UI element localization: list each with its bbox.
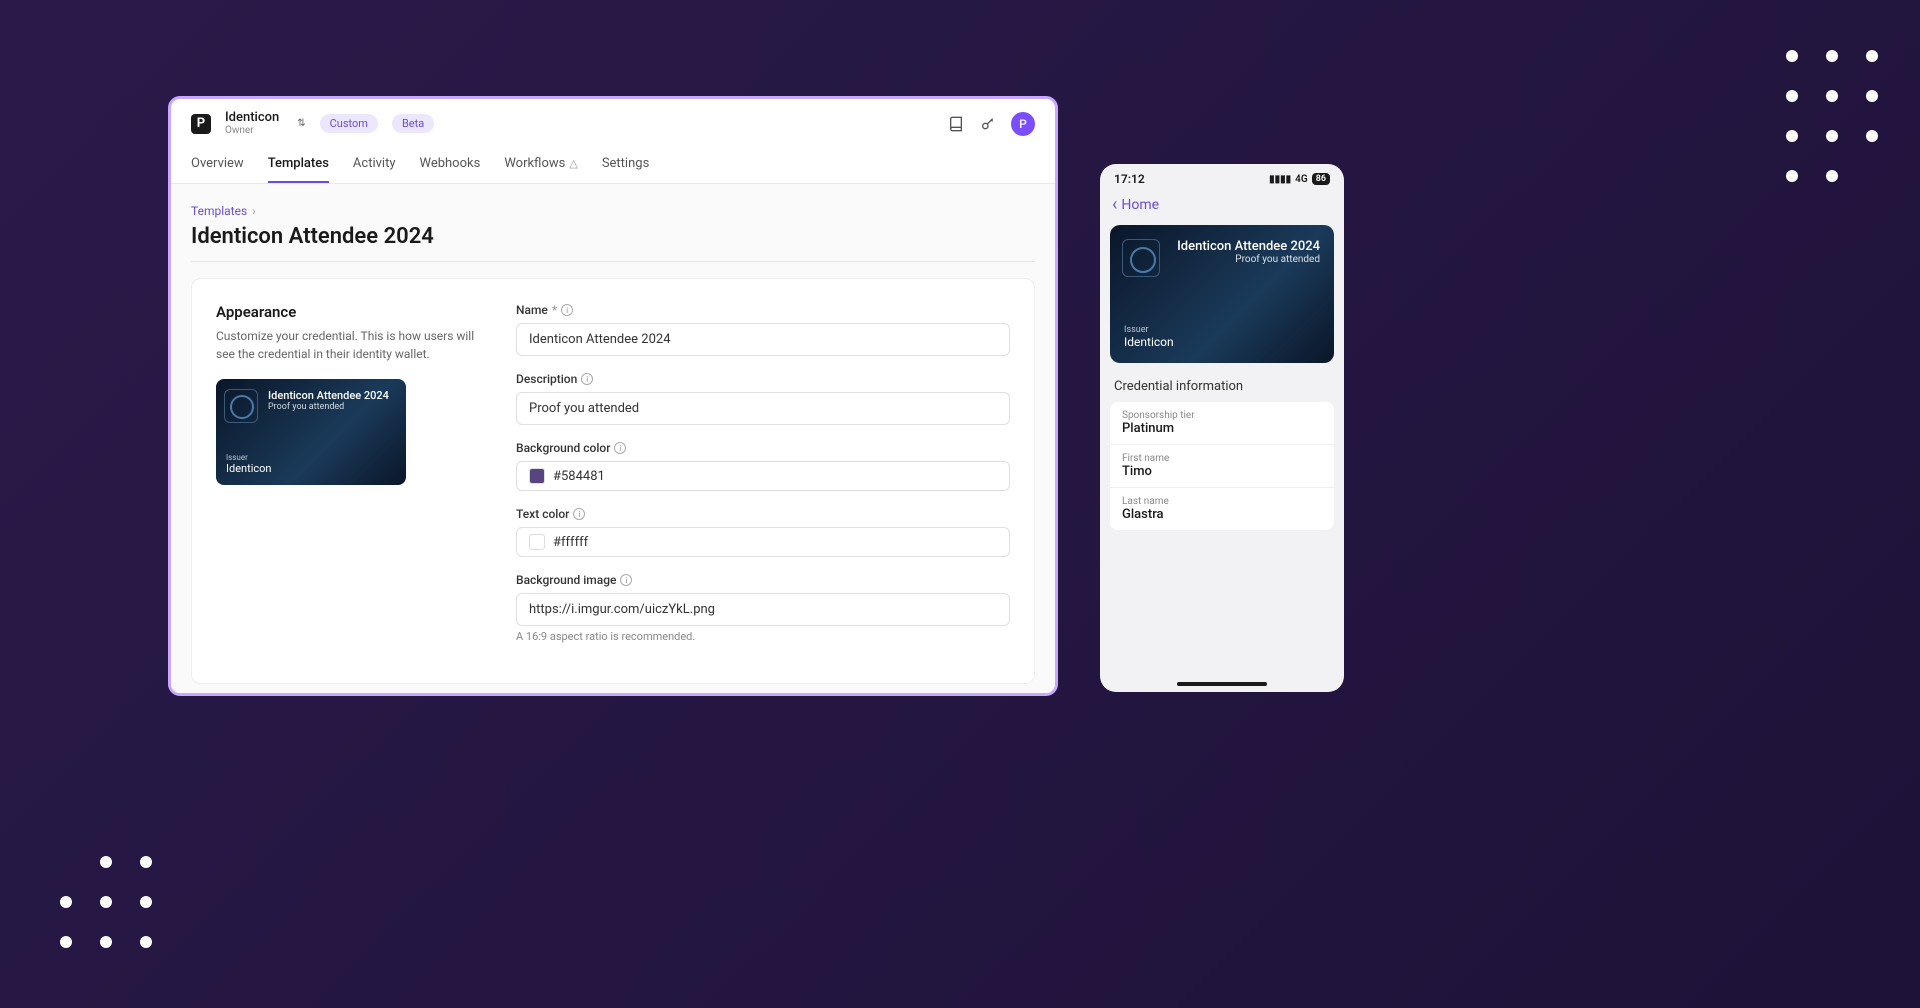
bgcolor-label: Background color [516, 441, 610, 455]
phone-back-button[interactable]: ‹ Home [1100, 190, 1344, 225]
txtcolor-input[interactable]: #ffffff [516, 527, 1010, 557]
desktop-app-window: P Identicon Owner ⇅ Custom Beta P Overvi… [168, 96, 1058, 696]
phone-card-subtitle: Proof you attended [1174, 254, 1320, 265]
credential-preview: Identicon Attendee 2024 Proof you attend… [216, 379, 406, 485]
chevron-right-icon: › [249, 204, 256, 218]
key-icon[interactable] [979, 115, 997, 133]
list-item: Last name Glastra [1110, 488, 1334, 530]
beta-badge: Beta [392, 114, 434, 133]
decoration-dots-bottom-left [60, 856, 152, 948]
bgimg-label: Background image [516, 573, 616, 587]
user-avatar[interactable]: P [1011, 112, 1035, 136]
app-logo: P [191, 114, 211, 134]
tab-overview[interactable]: Overview [191, 148, 244, 183]
appearance-heading: Appearance [216, 303, 476, 321]
appearance-description: Customize your credential. This is how u… [216, 327, 476, 363]
home-indicator [1177, 682, 1267, 686]
preview-title: Identicon Attendee 2024 [268, 389, 396, 402]
org-switcher[interactable]: Identicon Owner [225, 111, 279, 136]
info-icon[interactable]: i [573, 508, 585, 520]
appearance-card: Appearance Customize your credential. Th… [191, 278, 1035, 684]
tab-webhooks[interactable]: Webhooks [419, 148, 480, 183]
info-icon[interactable]: i [561, 304, 573, 316]
topbar: P Identicon Owner ⇅ Custom Beta P [171, 99, 1055, 148]
color-swatch [529, 468, 545, 484]
info-icon[interactable]: i [614, 442, 626, 454]
name-label: Name [516, 303, 548, 317]
chevron-updown-icon: ⇅ [297, 118, 305, 129]
chevron-left-icon: ‹ [1112, 194, 1117, 215]
phone-issuer-name: Identicon [1124, 335, 1320, 349]
phone-card-title: Identicon Attendee 2024 [1174, 239, 1320, 254]
preview-issuer-name: Identicon [226, 462, 396, 475]
color-swatch [529, 534, 545, 550]
txtcolor-label: Text color [516, 507, 569, 521]
info-icon[interactable]: i [620, 574, 632, 586]
network-label: 4G [1295, 174, 1308, 185]
preview-subtitle: Proof you attended [268, 402, 396, 412]
tab-templates[interactable]: Templates [268, 148, 329, 183]
nav-tabs: Overview Templates Activity Webhooks Wor… [171, 148, 1055, 184]
warning-icon: △ [569, 157, 577, 170]
org-role: Owner [225, 125, 279, 136]
signal-icon: ▮▮▮▮ [1269, 174, 1291, 185]
description-input[interactable] [516, 392, 1010, 425]
credential-info-list: Sponsorship tier Platinum First name Tim… [1110, 402, 1334, 530]
phone-issuer-label: Issuer [1124, 325, 1320, 335]
breadcrumb[interactable]: Templates › [191, 204, 1035, 218]
phone-credential-card[interactable]: Identicon Attendee 2024 Proof you attend… [1110, 225, 1334, 363]
name-input[interactable] [516, 323, 1010, 356]
tab-activity[interactable]: Activity [353, 148, 396, 183]
preview-issuer-label: Issuer [226, 453, 396, 462]
info-icon[interactable]: i [581, 373, 593, 385]
phone-mockup: 17:12 ▮▮▮▮ 4G 86 ‹ Home Identicon Attend… [1100, 164, 1344, 692]
description-label: Description [516, 372, 577, 386]
bgimg-input[interactable] [516, 593, 1010, 626]
decoration-dots-top-right [1786, 50, 1878, 182]
bgimg-hint: A 16:9 aspect ratio is recommended. [516, 630, 1010, 643]
org-name: Identicon [225, 111, 279, 125]
page-title: Identicon Attendee 2024 [191, 224, 1035, 262]
docs-icon[interactable] [947, 115, 965, 133]
phone-time: 17:12 [1114, 172, 1145, 186]
list-item: Sponsorship tier Platinum [1110, 402, 1334, 445]
phone-status-bar: 17:12 ▮▮▮▮ 4G 86 [1100, 164, 1344, 190]
custom-badge: Custom [320, 114, 378, 133]
tab-settings[interactable]: Settings [602, 148, 649, 183]
content-area: Templates › Identicon Attendee 2024 Appe… [171, 184, 1055, 693]
list-item: First name Timo [1110, 445, 1334, 488]
bgcolor-input[interactable]: #584481 [516, 461, 1010, 491]
phone-section-title: Credential information [1100, 363, 1344, 402]
tab-workflows[interactable]: Workflows△ [504, 148, 578, 183]
battery-level: 86 [1312, 173, 1330, 185]
